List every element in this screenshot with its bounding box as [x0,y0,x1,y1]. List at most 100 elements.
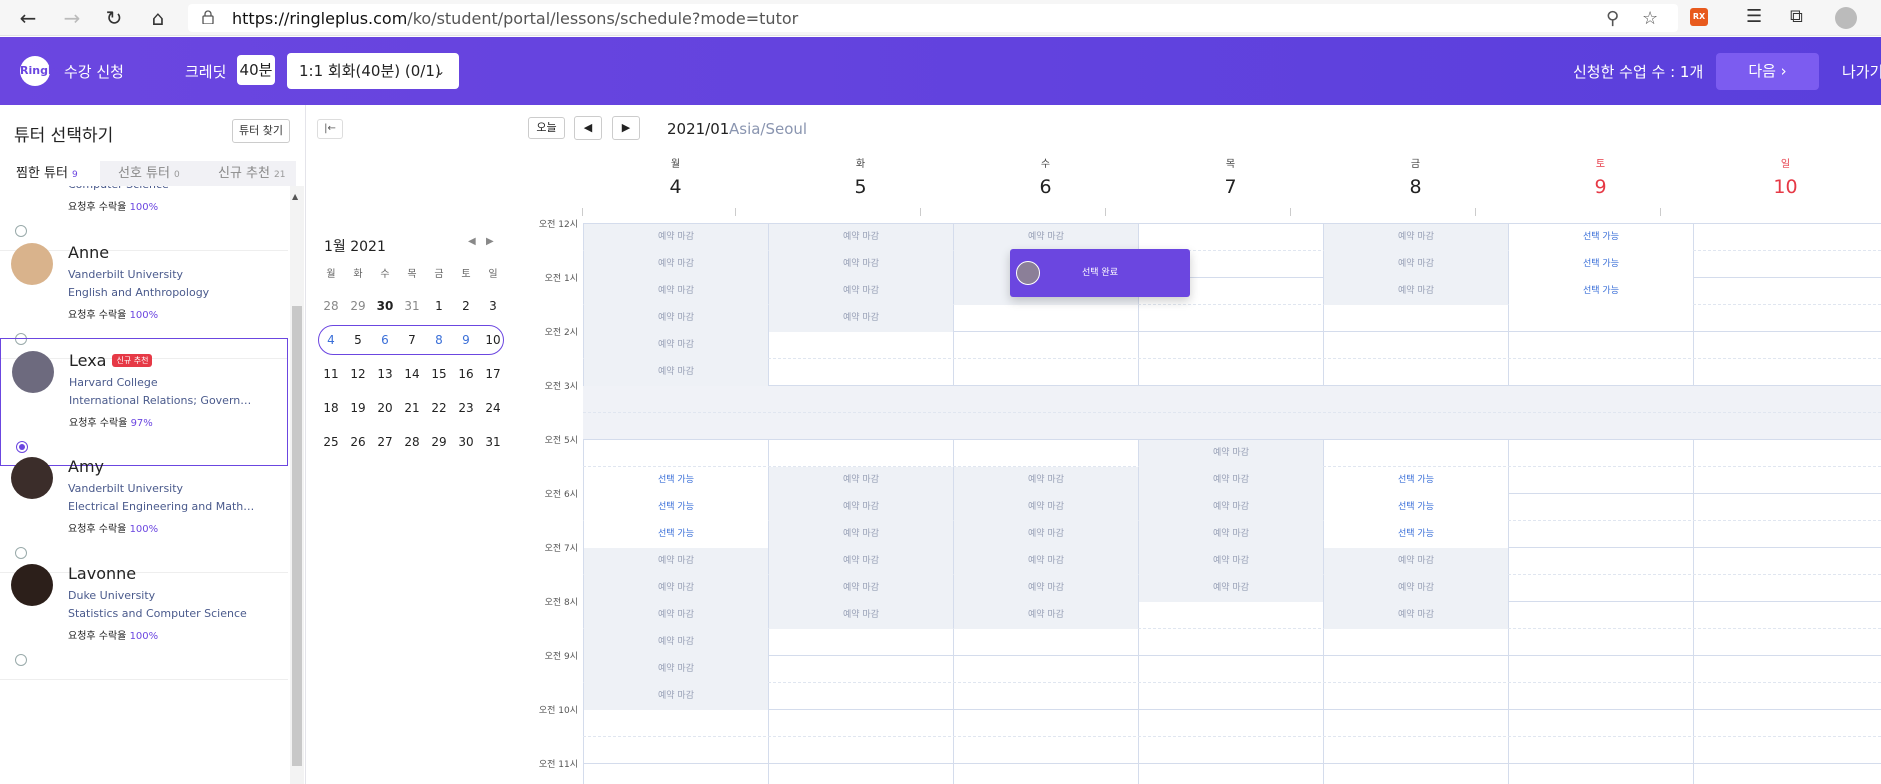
day-header: 월4 [583,155,768,198]
tab-new-recommended[interactable]: 신규 추천 21 [196,161,296,186]
slot-closed: 예약 마감 [954,521,1138,548]
prev-month-icon[interactable]: ◀ [468,236,476,247]
reload-icon[interactable]: ↻ [100,4,128,32]
slot-available[interactable]: 선택 가능 [1509,251,1693,278]
collections-icon[interactable]: ⧉ [1790,6,1803,27]
mini-day[interactable]: 3 [480,289,506,323]
extension-icon[interactable]: RX [1690,8,1708,26]
selected-slot-card[interactable]: 선택 완료 [1010,249,1190,297]
mini-week-row[interactable]: 25 26 27 28 29 30 31 [318,425,508,459]
mini-day[interactable]: 10 [480,323,506,357]
hour-label: 오전 5시 [544,436,578,446]
slot-closed: 예약 마감 [584,629,768,656]
slot-available[interactable]: 선택 가능 [1509,278,1693,305]
day-number: 6 [1039,176,1052,198]
slot-available[interactable]: 선택 가능 [584,494,768,521]
mini-day[interactable]: 8 [426,323,452,357]
calendar-month: 2021/01 [667,120,730,138]
forward-icon[interactable]: → [58,4,86,32]
mini-day[interactable]: 30 [372,289,398,323]
mini-day[interactable]: 21 [399,391,425,425]
slot-closed: 예약 마감 [584,656,768,683]
slot-available[interactable]: 선택 가능 [584,521,768,548]
header-tick [1660,208,1661,216]
mini-day[interactable]: 19 [345,391,371,425]
address-bar[interactable]: https://ringleplus.com/ko/student/portal… [188,4,1678,32]
mini-day[interactable]: 29 [345,289,371,323]
mini-day[interactable]: 31 [480,425,506,459]
calendar-timezone[interactable]: Asia/Seoul [729,120,807,138]
mini-weekday: 토 [461,269,471,280]
mini-day[interactable]: 31 [399,289,425,323]
header-tick [1475,208,1476,216]
mini-week-row[interactable]: 28 29 30 31 1 2 3 [318,289,508,323]
next-month-icon[interactable]: ▶ [486,236,494,247]
next-week-button[interactable]: ▶ [612,116,640,140]
mini-day[interactable]: 24 [480,391,506,425]
tutor-list-scrollbar[interactable]: ▲ [290,186,304,784]
slot-available[interactable]: 선택 가능 [1324,494,1508,521]
lesson-type-select[interactable]: 1:1 회화(40분) (0/1) ⌄ [287,53,459,89]
prev-week-button[interactable]: ◀ [574,116,602,140]
slot-available[interactable]: 선택 가능 [1324,521,1508,548]
mini-day[interactable]: 29 [426,425,452,459]
mini-day[interactable]: 14 [399,357,425,391]
tutor-major: Computer Science [68,186,258,191]
tutor-card[interactable]: Lavonne Duke University Statistics and Com… [0,552,288,680]
mini-day[interactable]: 16 [453,357,479,391]
next-button[interactable]: 다음 › [1716,53,1819,90]
mini-week-row[interactable]: 18 19 20 21 22 23 24 [318,391,508,425]
mini-day[interactable]: 25 [318,425,344,459]
tutor-radio[interactable] [15,654,27,666]
mini-day[interactable]: 23 [453,391,479,425]
tab-preferred-tutors[interactable]: 선호 튜터 0 [100,161,196,186]
mini-day[interactable]: 26 [345,425,371,459]
accept-rate-label: 요청후 수락율 [69,418,131,429]
scroll-up-icon[interactable]: ▲ [292,192,298,201]
slot-closed: 예약 마감 [1139,467,1323,494]
home-icon[interactable]: ⌂ [144,4,172,32]
mini-day[interactable]: 27 [372,425,398,459]
mini-day[interactable]: 5 [345,323,371,357]
mini-day[interactable]: 20 [372,391,398,425]
mini-day[interactable]: 7 [399,323,425,357]
mini-day[interactable]: 9 [453,323,479,357]
tab-favorite-tutors[interactable]: 찜한 튜터 9 [0,161,100,186]
mini-day[interactable]: 30 [453,425,479,459]
mini-weekday: 일 [488,269,498,280]
slot-closed: 예약 마감 [1139,521,1323,548]
mini-day[interactable]: 2 [453,289,479,323]
mini-day[interactable]: 4 [318,323,344,357]
day-number: 4 [669,176,682,198]
scrollbar-thumb[interactable] [292,306,302,766]
mini-day[interactable]: 17 [480,357,506,391]
today-button[interactable]: 오늘 [528,117,565,139]
mini-day[interactable]: 18 [318,391,344,425]
find-tutor-button[interactable]: 튜터 찾기 [232,119,290,143]
exit-button[interactable]: 나가기 [1842,61,1881,82]
mini-week-row[interactable]: 11 12 13 14 15 16 17 [318,357,508,391]
zoom-icon[interactable]: ⚲ [1606,8,1619,29]
mini-day[interactable]: 15 [426,357,452,391]
mini-day[interactable]: 13 [372,357,398,391]
mini-day[interactable]: 22 [426,391,452,425]
back-icon[interactable]: ← [14,4,42,32]
slot-closed: 예약 마감 [584,332,768,359]
mini-day[interactable]: 28 [399,425,425,459]
mini-day[interactable]: 28 [318,289,344,323]
slot-available[interactable]: 선택 가능 [1324,467,1508,494]
mini-day[interactable]: 11 [318,357,344,391]
favorites-list-icon[interactable]: ☰ [1746,6,1762,27]
grid-line [583,655,1881,656]
mini-week-row[interactable]: 4 5 6 7 8 9 10 [318,323,508,357]
mini-day[interactable]: 6 [372,323,398,357]
mini-day[interactable]: 1 [426,289,452,323]
slot-available[interactable]: 선택 가능 [1509,224,1693,251]
mini-day[interactable]: 12 [345,357,371,391]
slot-available[interactable]: 선택 가능 [584,467,768,494]
tutor-accept-rate: 요청후 수락율 97% [69,414,153,429]
favorite-star-icon[interactable]: ☆ [1642,8,1658,29]
profile-avatar[interactable] [1835,7,1857,29]
ringle-logo: Ringle [20,56,59,86]
collapse-panel-button[interactable]: |← [317,119,343,139]
